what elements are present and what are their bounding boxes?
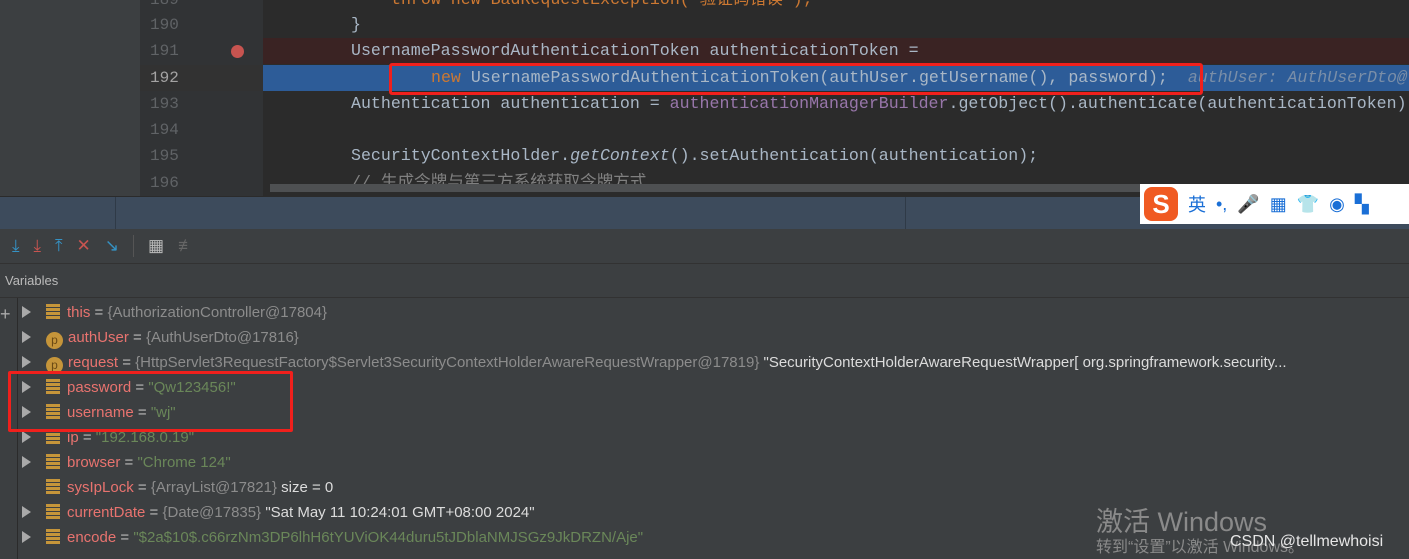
variable-name: browser: [67, 454, 121, 471]
code-line: UsernamePasswordAuthenticationToken auth…: [351, 38, 919, 64]
variable-row[interactable]: sysIpLock = {ArrayList@17821} size = 0: [22, 475, 333, 500]
field-icon: [46, 504, 60, 520]
mic-icon[interactable]: 🎤: [1237, 194, 1259, 215]
code-token: Authentication authentication =: [351, 94, 670, 113]
field-icon: [46, 479, 60, 495]
variable-type: {Date@17835}: [162, 504, 262, 521]
expand-icon[interactable]: [22, 531, 31, 543]
code-token: SecurityContextHolder.: [351, 146, 571, 165]
parameter-icon: p: [46, 332, 63, 349]
evaluate-icon[interactable]: ▦: [148, 236, 164, 256]
code-token: UsernamePasswordAuthenticationToken auth…: [351, 41, 919, 60]
game-icon[interactable]: ◉: [1329, 194, 1345, 215]
expand-icon[interactable]: [22, 456, 31, 468]
code-token: }: [351, 15, 361, 34]
variable-row[interactable]: browser = "Chrome 124": [22, 450, 231, 475]
field-icon: [46, 529, 60, 545]
variable-row[interactable]: this = {AuthorizationController@17804}: [22, 300, 327, 325]
annotation-box: [8, 371, 293, 432]
variable-extra: size = 0: [281, 479, 334, 496]
code-token: throw new BadRequestException("验证码错误");: [391, 0, 813, 9]
line-number: 190: [150, 16, 179, 34]
variable-value: "Chrome 124": [137, 454, 231, 471]
code-line: SecurityContextHolder.getContext().setAu…: [351, 143, 1038, 169]
variable-type: {HttpServlet3RequestFactory$Servlet3Secu…: [135, 354, 760, 371]
code-token: ().setAuthentication(authentication);: [669, 146, 1039, 165]
code-token: getContext: [570, 146, 670, 165]
apps-icon[interactable]: ▚: [1355, 194, 1369, 215]
code-token: authenticationManagerBuilder: [669, 94, 949, 113]
code-editor[interactable]: 189throw new BadRequestException("验证码错误"…: [0, 0, 1409, 196]
variable-name: request: [68, 354, 119, 371]
code-token: .getObject().authenticate(authentication…: [948, 94, 1409, 113]
drop-frame-icon[interactable]: ✕: [77, 236, 91, 256]
variable-name: sysIpLock: [67, 479, 134, 496]
variable-name: authUser: [68, 329, 129, 346]
code-line: }: [351, 12, 361, 38]
variable-type: {AuthorizationController@17804}: [107, 304, 327, 321]
expand-icon[interactable]: [22, 356, 31, 368]
variable-name: encode: [67, 529, 117, 546]
breakpoint-icon[interactable]: [231, 45, 244, 58]
annotation-box: [389, 63, 1203, 95]
ime-lang[interactable]: 英: [1188, 191, 1206, 217]
step-over-icon[interactable]: ⤓: [12, 236, 20, 256]
code-line: throw new BadRequestException("验证码错误");: [391, 0, 813, 13]
code-line: // 生成令牌与第三方系统获取令牌方式: [351, 170, 646, 196]
variable-row[interactable]: encode = "$2a$10$.c66rzNm3DP6lhH6tYUViOK…: [22, 525, 643, 550]
field-icon: [46, 304, 60, 320]
variable-name: currentDate: [67, 504, 146, 521]
variable-extra: "SecurityContextHolderAwareRequestWrappe…: [763, 354, 1287, 371]
skin-icon[interactable]: 👕: [1297, 194, 1319, 215]
variable-name: this: [67, 304, 91, 321]
debug-toolbar: ⤓ ⤓ ⤒ ✕ ↘ ▦ ≢: [0, 229, 1409, 264]
step-out-icon[interactable]: ⤒: [55, 236, 63, 256]
trace-icon[interactable]: ≢: [178, 236, 195, 256]
step-into-icon[interactable]: ⤓: [34, 236, 42, 256]
variables-header: Variables: [0, 265, 1409, 298]
expand-icon[interactable]: [22, 331, 31, 343]
field-icon: [46, 454, 60, 470]
run-to-cursor-icon[interactable]: ↘: [105, 236, 119, 256]
variable-row[interactable]: currentDate = {Date@17835} "Sat May 11 1…: [22, 500, 535, 525]
horizontal-scrollbar[interactable]: [270, 184, 1210, 192]
variable-value: "$2a$10$.c66rzNm3DP6lhH6tYUViOK44duru5tJ…: [133, 529, 644, 546]
sogou-logo: S: [1144, 187, 1178, 221]
ime-toolbar[interactable]: S 英 •, 🎤 ▦ 👕 ◉ ▚: [1140, 184, 1409, 224]
keyboard-icon[interactable]: ▦: [1270, 194, 1287, 215]
line-number: 191: [150, 42, 179, 60]
variables-title: Variables: [5, 273, 59, 288]
expand-icon[interactable]: [22, 306, 31, 318]
variable-row[interactable]: p authUser = {AuthUserDto@17816}: [22, 325, 299, 350]
add-watch-icon[interactable]: +: [0, 304, 11, 325]
expand-icon[interactable]: [22, 431, 31, 443]
csdn-credit: CSDN @tellmewhoisi: [1230, 533, 1384, 550]
line-number: 195: [150, 147, 179, 165]
variable-extra: "Sat May 11 10:24:01 GMT+08:00 2024": [265, 504, 535, 521]
project-pane: [0, 0, 140, 196]
variable-type: {AuthUserDto@17816}: [145, 329, 299, 346]
line-number: 193: [150, 95, 179, 113]
ime-punct[interactable]: •,: [1216, 194, 1227, 215]
expand-icon[interactable]: [22, 506, 31, 518]
code-token: authUser: AuthUserDto@: [1187, 68, 1407, 87]
line-number: 196: [150, 174, 179, 192]
variable-type: {ArrayList@17821}: [150, 479, 277, 496]
line-number: 194: [150, 121, 179, 139]
line-number: 192: [150, 69, 179, 87]
